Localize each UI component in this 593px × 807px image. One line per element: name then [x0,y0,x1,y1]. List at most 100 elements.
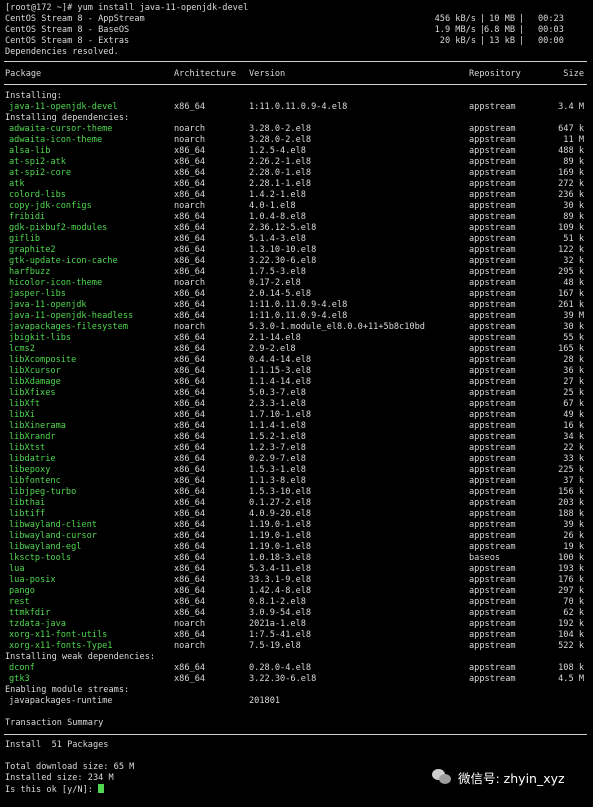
package-size: 100 k [558,553,584,563]
package-size: 225 k [558,465,584,475]
package-size: 272 k [558,179,584,189]
package-version: 1.1.3-8.el8 [249,476,306,486]
package-size: 165 k [558,344,584,354]
package-arch: x86_64 [174,377,206,387]
package-name: javapackages-filesystem [9,322,128,332]
package-arch: noarch [174,619,206,629]
package-repo: appstream [469,245,516,255]
package-arch: x86_64 [174,454,206,464]
package-name: libXft [9,399,41,409]
package-repo: appstream [469,278,516,288]
package-repo: appstream [469,300,516,310]
package-repo: appstream [469,498,516,508]
package-name: libXdamage [9,377,61,387]
package-version: 1.2.5-4.el8 [249,146,306,156]
package-repo: appstream [469,641,516,651]
package-arch: x86_64 [174,663,206,673]
package-name: libdatrie [9,454,56,464]
package-name: rest [9,597,30,607]
package-size: 203 k [558,498,584,508]
package-size: 108 k [558,663,584,673]
confirm-prompt[interactable]: Is this ok [y/N]: [5,784,105,795]
terminal-window[interactable]: [root@172 ~]# yum install java-11-openjd… [0,0,593,807]
package-name: at-spi2-atk [9,157,66,167]
repo-time: 00:23 [538,14,564,24]
package-name: pango [9,586,35,596]
package-version: 1.1.4-1.el8 [249,421,306,431]
package-name: alsa-lib [9,146,51,156]
package-repo: appstream [469,168,516,178]
package-version: 0.8.1-2.el8 [249,597,306,607]
package-version: 1:11.0.11.0.9-4.el8 [249,102,348,112]
package-repo: appstream [469,619,516,629]
package-arch: x86_64 [174,520,206,530]
package-name: libXrandr [9,432,56,442]
package-repo: appstream [469,344,516,354]
package-repo: appstream [469,201,516,211]
package-version: 1.5.2-1.el8 [249,432,306,442]
package-version: 1.0.18-3.el8 [249,553,312,563]
package-arch: x86_64 [174,311,206,321]
package-arch: x86_64 [174,355,206,365]
package-name: lcms2 [9,344,35,354]
package-size: 236 k [558,190,584,200]
package-version: 1.0.4-8.el8 [249,212,306,222]
package-size: 193 k [558,564,584,574]
package-repo: appstream [469,212,516,222]
section-installing: Installing: [5,91,62,101]
package-name: lua-posix [9,575,56,585]
package-version: 2.36.12-5.el8 [249,223,317,233]
package-name: gdk-pixbuf2-modules [9,223,108,233]
package-arch: x86_64 [174,586,206,596]
package-size: 522 k [558,641,584,651]
package-repo: appstream [469,355,516,365]
package-arch: x86_64 [174,443,206,453]
package-size: 109 k [558,223,584,233]
package-version: 3.28.0-2.el8 [249,124,312,134]
package-repo: appstream [469,597,516,607]
package-name: copy-jdk-configs [9,201,92,211]
package-name: java-11-openjdk [9,300,87,310]
package-name: libXtst [9,443,46,453]
package-size: 33 k [563,454,584,464]
command-line: [root@172 ~]# yum install java-11-openjd… [5,3,249,13]
package-arch: x86_64 [174,674,206,684]
package-size: 156 k [558,487,584,497]
header-size: Size [563,69,584,79]
package-name: libXinerama [9,421,66,431]
package-repo: appstream [469,322,516,332]
package-repo: appstream [469,421,516,431]
package-arch: x86_64 [174,509,206,519]
package-name: xorg-x11-font-utils [9,630,108,640]
transaction-summary: Transaction Summary [5,718,104,728]
package-repo: appstream [469,630,516,640]
package-name: jbigkit-libs [9,333,72,343]
package-version: 1.4.2-1.el8 [249,190,306,200]
package-version: 1.7.10-1.el8 [249,410,312,420]
repo-size: 10 MB [489,14,515,24]
package-version: 1.5.3-1.el8 [249,465,306,475]
package-repo: appstream [469,542,516,552]
package-version: 1.19.0-1.el8 [249,542,312,552]
package-repo: appstream [469,124,516,134]
package-repo: appstream [469,234,516,244]
repo-size: 6.8 MB [483,25,515,35]
package-version: 4.0-1.el8 [249,201,296,211]
section-module-streams: Enabling module streams: [5,685,130,695]
package-arch: x86_64 [174,157,206,167]
package-name: lua [9,564,25,574]
package-repo: appstream [469,333,516,343]
watermark-text: 微信号: zhyin_xyz [458,770,565,786]
package-arch: x86_64 [174,498,206,508]
package-version: 4.0.9-20.el8 [249,509,312,519]
package-repo: appstream [469,157,516,167]
repo-divider: | [519,14,525,24]
package-repo: appstream [469,432,516,442]
package-arch: noarch [174,322,206,332]
package-arch: x86_64 [174,267,206,277]
package-repo: appstream [469,476,516,486]
watermark: 微信号: zhyin_xyz [432,765,565,789]
terminal-cursor[interactable] [98,784,105,793]
package-name: at-spi2-core [9,168,72,178]
package-repo: appstream [469,102,516,112]
